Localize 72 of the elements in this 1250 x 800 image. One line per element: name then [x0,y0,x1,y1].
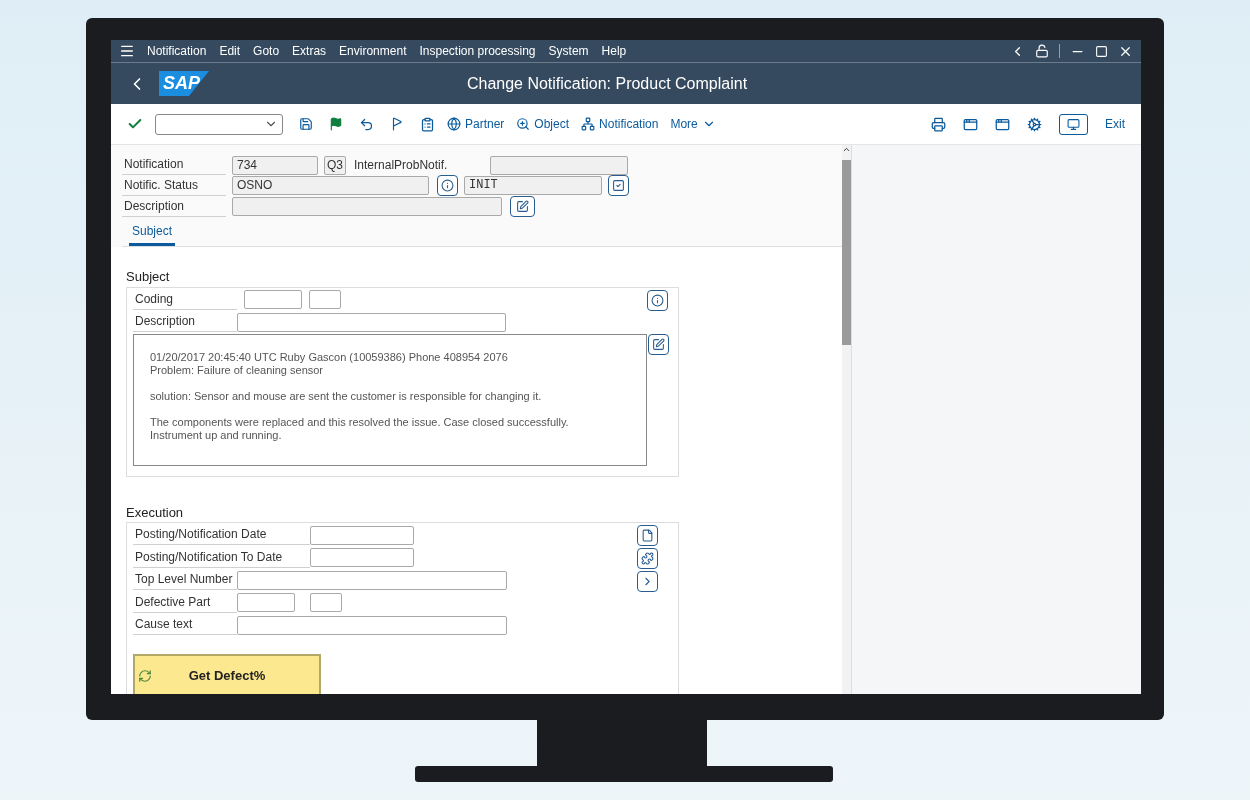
field-label: InternalProbNotif. [354,157,449,174]
input-field[interactable]: INIT [464,176,602,195]
document-icon[interactable] [637,525,658,546]
field-label: Notific. Status [122,175,226,196]
layout-icon[interactable] [1059,113,1088,135]
field-label: Posting/Notification Date [133,525,310,546]
input-field[interactable] [244,290,302,309]
section-title: Execution [126,503,185,522]
zoom-icon [516,117,531,131]
flag-icon[interactable] [329,117,343,131]
text-paragraph: 01/20/2017 20:45:40 UTC Ruby Gascon (10059386) Phone 408954 2076 Problem: Failure of cleaning sensor [150,350,509,377]
text-paragraph: solution: Sensor and mouse are sent the customer is responsible for changing it. [150,389,543,403]
next-icon[interactable] [637,571,658,592]
input-field[interactable] [237,570,507,590]
command-field[interactable] [155,113,283,135]
lock-icon[interactable] [1035,44,1049,58]
menu-item[interactable]: Goto [253,42,280,60]
maximize-icon[interactable] [1095,44,1108,58]
toolbar-button[interactable]: Notification [581,115,659,133]
logo: SAP [159,71,209,96]
undo-icon[interactable] [359,116,374,132]
menu-item[interactable]: Environment [339,42,407,60]
settings-icon[interactable] [1027,116,1042,132]
menu-item[interactable]: Edit [219,42,241,60]
scroll-up-icon[interactable] [842,145,851,154]
menu-item[interactable]: Notification [147,42,207,60]
globe-icon [447,117,461,131]
flag-icon[interactable] [390,117,404,131]
input-field[interactable] [237,312,506,332]
field-label: Coding [133,289,237,310]
refresh-icon [138,668,152,683]
input-field[interactable] [232,197,502,216]
menu-icon[interactable] [119,43,135,59]
clipboard-icon[interactable] [420,116,435,132]
menu-item[interactable]: Extras [292,42,327,60]
input-field[interactable] [309,290,341,309]
input-field[interactable] [310,593,342,613]
menu-item[interactable]: System [548,42,589,60]
printer-icon[interactable] [931,116,946,132]
field-label: Posting/Notification To Date [133,547,310,568]
input-field[interactable] [310,548,414,568]
save-icon[interactable] [299,117,313,131]
input-field[interactable] [237,593,295,613]
input-field[interactable] [490,155,628,175]
toolbar-button[interactable]: Object [516,115,570,133]
window-icon[interactable] [995,116,1010,132]
hierarchy-icon [581,117,596,131]
exit-button[interactable]: Exit [1105,115,1125,133]
info-icon[interactable] [437,175,458,196]
menu-item[interactable]: Help [601,42,627,60]
input-field[interactable] [310,525,414,545]
type-field: Q3 [324,155,346,175]
checklist-icon[interactable] [608,175,629,196]
toolbar-button[interactable]: Partner [447,115,505,133]
input-field[interactable] [237,615,507,635]
long-text-field[interactable] [133,333,647,466]
get-defect-button[interactable]: Get Defect% [133,653,321,694]
window-icon[interactable] [963,116,978,132]
window-title: Change Notification: Product Complaint [466,73,749,94]
menu-item[interactable]: Inspection processing [419,42,536,60]
field-label: Notification [122,155,226,175]
toolbar-button[interactable]: More [670,115,716,133]
input-field[interactable]: 734 [232,155,318,175]
scrollbar[interactable] [842,145,851,694]
text-paragraph: The components were replaced and this resolved the issue. Case closed successfully. Instrument up and running. [150,415,570,442]
field-label: Description [122,196,226,217]
input-field[interactable]: OSNO [232,176,429,195]
edit-icon[interactable] [648,333,669,355]
puzzle-icon[interactable] [637,548,658,569]
section-title: Subject [126,268,171,286]
edit-icon[interactable] [510,196,535,217]
info-icon[interactable] [647,289,668,311]
